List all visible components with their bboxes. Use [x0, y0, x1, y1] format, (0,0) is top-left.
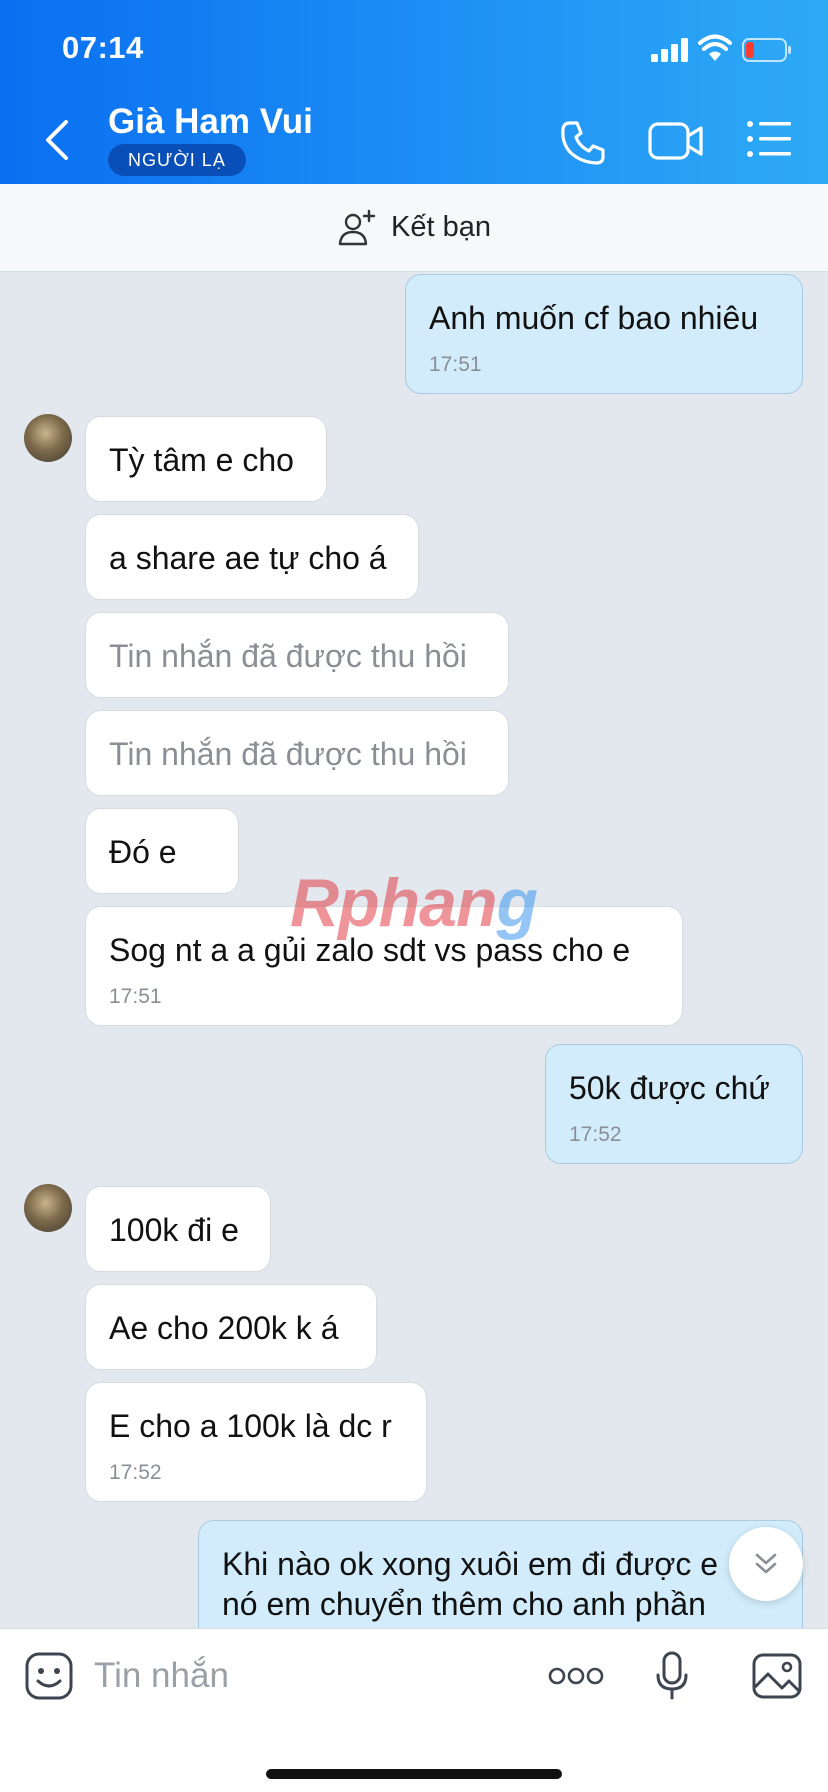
add-user-icon	[338, 209, 376, 245]
message-input[interactable]	[94, 1651, 514, 1701]
back-chevron-icon[interactable]	[38, 116, 78, 164]
message-text: 100k đi e	[109, 1212, 239, 1248]
message-bubble-incoming[interactable]: E cho a 100k là dc r 17:52	[85, 1382, 427, 1502]
recalled-message-text: Tin nhắn đã được thu hồi	[109, 736, 467, 772]
microphone-icon[interactable]	[654, 1651, 690, 1701]
message-bubble-incoming[interactable]: Ae cho 200k k á	[85, 1284, 377, 1370]
battery-icon	[742, 38, 791, 62]
message-text-line-1: Khi nào ok xong xuôi em đi được e	[222, 1546, 719, 1582]
message-text: E cho a 100k là dc r	[109, 1408, 392, 1444]
cellular-signal-icon	[651, 38, 688, 62]
list-menu-icon[interactable]	[746, 118, 792, 160]
recalled-message-bubble[interactable]: Tin nhắn đã được thu hồi	[85, 612, 509, 698]
status-time: 07:14	[62, 30, 144, 65]
message-text: Ae cho 200k k á	[109, 1310, 339, 1346]
message-bubble-incoming[interactable]: a share ae tự cho á	[85, 514, 419, 600]
message-time: 17:52	[109, 1461, 162, 1484]
message-text: Tỳ tâm e cho	[109, 442, 294, 478]
double-chevron-down-icon	[755, 1553, 777, 1574]
recalled-message-bubble[interactable]: Tin nhắn đã được thu hồi	[85, 710, 509, 796]
sticker-emoji-icon[interactable]	[24, 1651, 74, 1701]
phone-call-icon[interactable]	[558, 118, 608, 168]
message-time: 17:52	[569, 1123, 622, 1146]
message-time: 17:51	[429, 353, 482, 376]
message-text-line-2: nó em chuyển thêm cho anh phần	[222, 1586, 706, 1622]
avatar[interactable]	[24, 414, 72, 462]
contact-name[interactable]: Già Ham Vui	[108, 102, 313, 142]
message-list[interactable]: Anh muốn cf bao nhiêu 17:51 Tỳ tâm e cho…	[0, 272, 828, 1628]
message-bubble-outgoing[interactable]: Khi nào ok xong xuôi em đi được e nó em …	[198, 1520, 803, 1628]
message-text: Đó e	[109, 834, 177, 870]
message-time: 17:51	[109, 985, 162, 1008]
message-bubble-incoming[interactable]: Tỳ tâm e cho	[85, 416, 327, 502]
message-bubble-outgoing[interactable]: Anh muốn cf bao nhiêu 17:51	[405, 274, 803, 394]
message-bubble-incoming[interactable]: Đó e	[85, 808, 239, 894]
wifi-icon	[698, 34, 732, 61]
watermark-logo: Rphang	[290, 865, 538, 941]
recalled-message-text: Tin nhắn đã được thu hồi	[109, 638, 467, 674]
chat-header: 07:14 Già Ham Vui NGƯỜI LẠ	[0, 0, 828, 184]
message-bubble-incoming[interactable]: 100k đi e	[85, 1186, 271, 1272]
avatar[interactable]	[24, 1184, 72, 1232]
message-text: a share ae tự cho á	[109, 540, 387, 576]
scroll-to-bottom-button[interactable]	[729, 1527, 803, 1601]
image-gallery-icon[interactable]	[752, 1653, 802, 1699]
home-indicator	[266, 1769, 562, 1779]
add-friend-label: Kết bạn	[391, 211, 491, 243]
video-call-icon[interactable]	[648, 118, 704, 164]
add-friend-button[interactable]: Kết bạn	[0, 184, 828, 272]
message-composer	[0, 1628, 828, 1792]
more-options-icon[interactable]	[548, 1665, 604, 1687]
message-text: Anh muốn cf bao nhiêu	[429, 300, 759, 336]
message-text: 50k được chứ	[569, 1070, 770, 1106]
stranger-badge: NGƯỜI LẠ	[108, 144, 246, 176]
message-bubble-outgoing[interactable]: 50k được chứ 17:52	[545, 1044, 803, 1164]
